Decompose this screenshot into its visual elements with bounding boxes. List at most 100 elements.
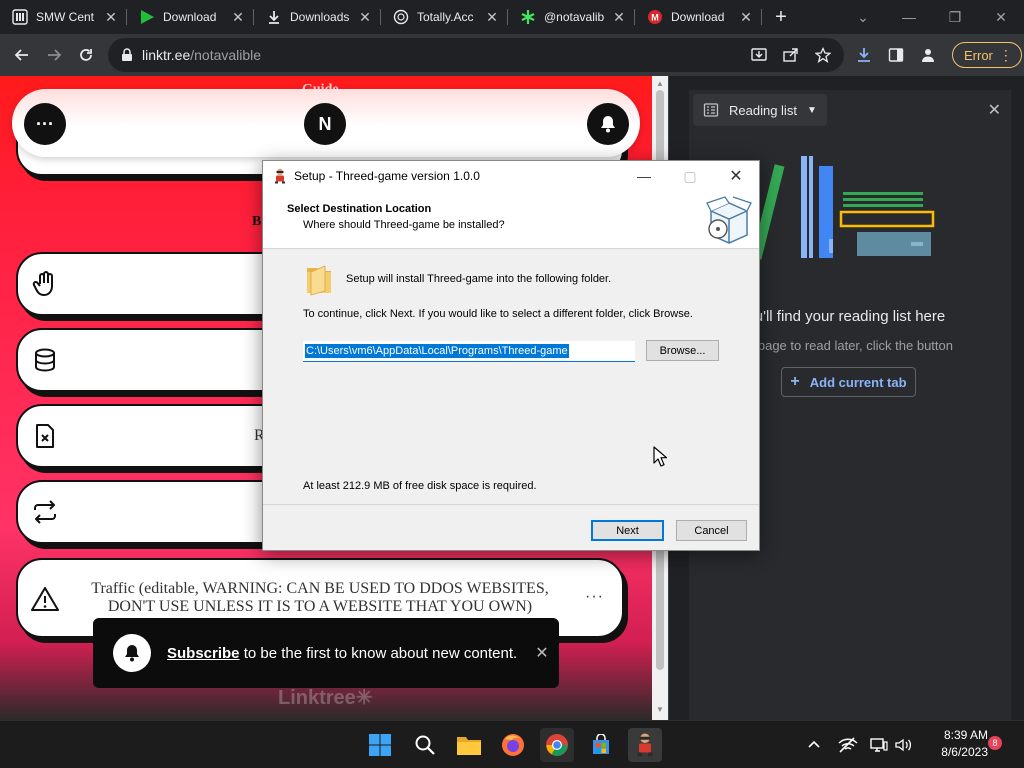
close-toast-icon[interactable]: ✕ <box>535 643 548 663</box>
chevron-down-icon: ▼ <box>806 104 817 116</box>
dialog-close-button[interactable]: ✕ <box>713 161 759 191</box>
destination-path-input[interactable]: C:\Users\vm6\AppData\Local\Programs\Thre… <box>303 341 635 362</box>
profile-icon[interactable] <box>914 41 942 69</box>
forward-button[interactable] <box>38 39 70 71</box>
disk-space-text: At least 212.9 MB of free disk space is … <box>303 480 537 492</box>
linktree-footer-logo[interactable]: Linktree✳ <box>278 685 373 710</box>
arrow-left-icon <box>14 49 28 61</box>
tab-totally-accurate[interactable]: Totally.Acc ✕ <box>381 0 508 34</box>
close-tab-icon[interactable]: ✕ <box>484 9 500 25</box>
cancel-button[interactable]: Cancel <box>676 520 747 541</box>
install-app-icon[interactable] <box>746 42 772 68</box>
close-panel-icon[interactable]: ✕ <box>988 100 1001 120</box>
tab-title: Download <box>671 10 725 24</box>
add-current-tab-button[interactable]: + Add current tab <box>781 367 916 397</box>
chrome-icon <box>546 734 568 756</box>
clock-time: 8:39 AM <box>943 728 988 742</box>
restore-button[interactable]: ❐ <box>932 0 978 34</box>
close-tab-icon[interactable]: ✕ <box>103 9 119 25</box>
dialog-body: Setup will install Threed-game into the … <box>263 250 759 504</box>
dialog-minimize-button[interactable]: — <box>621 161 667 191</box>
scroll-up-icon[interactable]: ▲ <box>656 80 664 88</box>
side-panel-selector[interactable]: Reading list ▼ <box>693 94 827 126</box>
firefox-button[interactable] <box>496 728 530 762</box>
tab-download-1[interactable]: Download ✕ <box>127 0 254 34</box>
close-tab-icon[interactable]: ✕ <box>611 9 627 25</box>
display-icon[interactable] <box>870 721 888 768</box>
dialog-titlebar[interactable]: Setup - Threed-game version 1.0.0 — ▢ ✕ <box>263 161 759 191</box>
url-text: linktr.ee/notavalible <box>142 47 262 63</box>
more-options-icon[interactable]: ··· <box>585 588 604 606</box>
system-clock[interactable]: 8:39 AM 8/6/2023 <box>918 727 988 761</box>
plus-icon: + <box>790 373 800 390</box>
address-bar[interactable]: linktr.ee/notavalible <box>108 38 844 72</box>
tab-search-chevron-icon[interactable]: ⌄ <box>840 0 886 34</box>
arrow-right-icon <box>48 49 62 61</box>
file-x-icon <box>30 421 60 451</box>
tab-title: SMW Cent <box>36 10 95 24</box>
back-button[interactable] <box>6 39 38 71</box>
warning-icon <box>30 584 60 614</box>
reload-button[interactable] <box>70 39 102 71</box>
svg-text:M: M <box>651 13 659 23</box>
dialog-header: Select Destination Location Where should… <box>263 191 759 249</box>
close-window-button[interactable]: ✕ <box>978 0 1024 34</box>
notification-badge[interactable]: 8 <box>988 736 1002 750</box>
windows-logo-icon <box>369 734 391 756</box>
dialog-footer: Next Cancel <box>263 504 759 550</box>
chrome-button[interactable] <box>540 728 574 762</box>
side-panel-icon[interactable] <box>882 41 910 69</box>
minimize-button[interactable]: — <box>886 0 932 34</box>
next-button[interactable]: Next <box>591 520 664 541</box>
menu-button[interactable]: ··· <box>24 103 66 145</box>
toast-message: Subscribe to be the first to know about … <box>167 644 518 662</box>
tab-notavalible[interactable]: @notavalib ✕ <box>508 0 635 34</box>
dialog-title: Setup - Threed-game version 1.0.0 <box>294 169 480 183</box>
folder-icon <box>457 737 481 755</box>
add-button-label: Add current tab <box>809 374 907 390</box>
show-hidden-icons-button[interactable] <box>806 721 822 768</box>
browse-button[interactable]: Browse... <box>646 340 719 361</box>
error-button[interactable]: Error ⋮ <box>952 42 1022 68</box>
installer-box-icon <box>706 196 752 244</box>
store-button[interactable] <box>584 728 618 762</box>
volume-icon[interactable] <box>894 721 912 768</box>
tab-downloads[interactable]: Downloads ✕ <box>254 0 381 34</box>
subscribe-link[interactable]: Subscribe <box>167 645 240 662</box>
chevron-up-icon <box>808 740 820 748</box>
tab-title: Totally.Acc <box>417 10 474 24</box>
globe-icon <box>393 9 409 25</box>
more-dots-icon: ··· <box>36 113 54 134</box>
avatar[interactable]: N <box>304 103 346 145</box>
green-arrow-icon <box>139 9 155 25</box>
setup-dialog: Setup - Threed-game version 1.0.0 — ▢ ✕ … <box>262 160 760 551</box>
clock-date: 8/6/2023 <box>941 745 988 759</box>
tab-smw-central[interactable]: SMW Cent ✕ <box>0 0 127 34</box>
network-status-icon[interactable] <box>838 721 858 768</box>
continue-instructions: To continue, click Next. If you would li… <box>303 308 693 320</box>
search-button[interactable] <box>408 728 442 762</box>
library-icon <box>12 9 28 25</box>
bookmark-star-icon[interactable] <box>810 42 836 68</box>
start-button[interactable] <box>363 728 397 762</box>
game-character-icon <box>275 168 285 184</box>
notify-button[interactable] <box>587 103 629 145</box>
store-icon <box>593 734 609 754</box>
setup-app-button[interactable] <box>628 728 662 762</box>
close-tab-icon[interactable]: ✕ <box>357 9 373 25</box>
scroll-down-icon[interactable]: ▼ <box>656 706 664 714</box>
downloads-icon[interactable] <box>850 41 878 69</box>
new-tab-button[interactable]: + <box>764 0 798 34</box>
tab-title: Download <box>163 10 217 24</box>
tab-download-mega[interactable]: M Download ✕ <box>635 0 762 34</box>
path-value: C:\Users\vm6\AppData\Local\Programs\Thre… <box>305 344 569 358</box>
tab-strip: SMW Cent ✕ Download ✕ Downloads ✕ Totall… <box>0 0 1024 34</box>
file-explorer-button[interactable] <box>452 728 486 762</box>
kebab-menu-icon: ⋮ <box>998 46 1013 63</box>
game-character-icon <box>637 733 653 757</box>
close-tab-icon[interactable]: ✕ <box>230 9 246 25</box>
folder-icon <box>307 265 331 296</box>
share-icon[interactable] <box>778 42 804 68</box>
firefox-icon <box>502 734 524 756</box>
close-tab-icon[interactable]: ✕ <box>738 9 754 25</box>
